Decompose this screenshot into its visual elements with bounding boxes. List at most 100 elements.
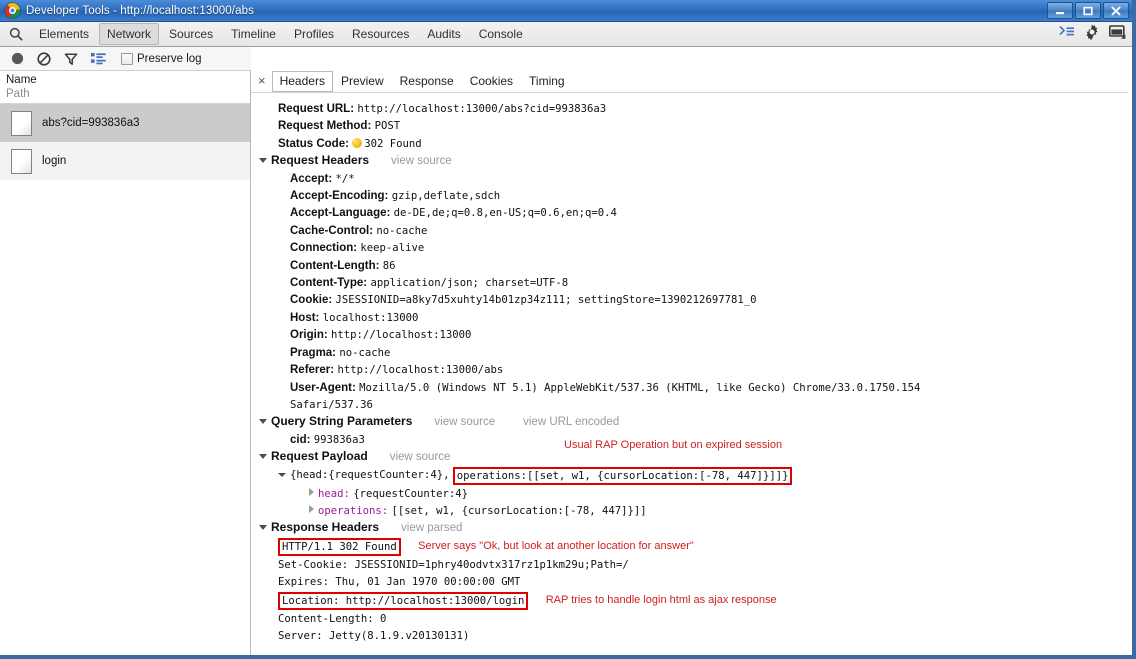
section-title: Request Payload: [271, 449, 368, 464]
headers-panel: Request URL: http://localhost:13000/abs?…: [251, 94, 1128, 655]
view-source-link[interactable]: view source: [434, 416, 495, 428]
payload-child-head[interactable]: head: {requestCounter:4}: [259, 485, 1128, 502]
list-view-icon[interactable]: [91, 52, 106, 65]
header-name: Pragma:: [290, 346, 337, 359]
detail-tab-preview[interactable]: Preview: [333, 71, 392, 92]
header-name: Cookie:: [290, 294, 333, 307]
chevron-down-icon[interactable]: [259, 454, 267, 460]
header-value: Mozilla/5.0 (Windows NT 5.1) AppleWebKit…: [359, 381, 921, 394]
payload-operations-highlight: operations:[[set, w1, {cursorLocation:[-…: [452, 466, 793, 485]
header-name: Connection:: [290, 242, 358, 255]
annotation-server-says: Server says "Ok, but look at another loc…: [418, 539, 694, 552]
detail-tab-response[interactable]: Response: [392, 71, 462, 92]
header-name: Content-Length:: [290, 259, 380, 272]
tab-network[interactable]: Network: [99, 23, 160, 45]
clear-prohibited-icon[interactable]: [37, 51, 51, 66]
tab-resources[interactable]: Resources: [344, 23, 417, 45]
detail-tab-headers[interactable]: Headers: [271, 71, 333, 92]
tab-console[interactable]: Console: [471, 23, 531, 45]
param-value: 993836a3: [313, 433, 365, 446]
chevron-down-icon[interactable]: [259, 419, 267, 425]
header-value: http://localhost:13000/abs?cid=993836a3: [357, 103, 607, 115]
header-row-user-agent-wrap: Safari/537.36: [259, 396, 1128, 413]
section-title: Query String Parameters: [271, 414, 413, 429]
payload-value: {requestCounter:4}: [353, 487, 469, 500]
detail-tab-timing[interactable]: Timing: [521, 71, 573, 92]
payload-key: head:: [318, 487, 350, 500]
section-request-headers[interactable]: Request Headers view source: [259, 152, 1128, 169]
dock-position-icon[interactable]: [1109, 24, 1126, 44]
document-icon: [11, 148, 32, 174]
search-icon[interactable]: [6, 24, 26, 44]
response-header-text: Expires: Thu, 01 Jan 1970 00:00:00 GMT: [278, 576, 521, 589]
close-button[interactable]: [1103, 2, 1129, 19]
tab-timeline[interactable]: Timeline: [223, 23, 284, 45]
view-source-link[interactable]: view source: [390, 451, 451, 463]
header-row-status-code: Status Code: 302 Found: [259, 135, 1128, 152]
requests-list-header[interactable]: Name Path: [0, 71, 250, 104]
chevron-right-icon[interactable]: [309, 487, 314, 496]
devtools-window: Developer Tools - http://localhost:13000…: [0, 0, 1136, 659]
network-toolbar: Preserve log: [0, 47, 251, 71]
preserve-log-toggle[interactable]: Preserve log: [121, 52, 202, 65]
header-row-content-type: Content-Type: application/json; charset=…: [259, 274, 1128, 291]
view-url-encoded-link[interactable]: view URL encoded: [523, 416, 619, 428]
response-header-row-expires: Expires: Thu, 01 Jan 1970 00:00:00 GMT: [259, 573, 1128, 590]
payload-root-prefix: {head:{requestCounter:4},: [290, 468, 450, 481]
column-header-path[interactable]: Path: [6, 87, 250, 101]
header-value: 302 Found: [364, 137, 422, 150]
devtools-tabbar-actions: [1059, 22, 1126, 46]
section-request-payload[interactable]: Request Payload view source Usual RAP Ope…: [259, 439, 1128, 465]
window-controls: [1047, 2, 1129, 19]
tab-audits[interactable]: Audits: [419, 23, 468, 45]
minimize-button[interactable]: [1047, 2, 1073, 19]
header-name: Referer:: [290, 364, 335, 377]
header-name: Status Code:: [278, 137, 349, 150]
section-query-string-parameters[interactable]: Query String Parameters view source view U…: [259, 413, 1128, 430]
view-source-link[interactable]: view source: [391, 155, 452, 167]
section-title: Response Headers: [271, 520, 380, 535]
record-circle-icon[interactable]: [11, 52, 24, 65]
header-value: */*: [335, 172, 355, 185]
header-value: http://localhost:13000/abs: [337, 364, 504, 377]
header-name: Accept:: [290, 172, 333, 185]
request-row-abs[interactable]: abs?cid=993836a3: [0, 104, 250, 142]
detail-tab-cookies[interactable]: Cookies: [462, 71, 521, 92]
header-name: Cache-Control:: [290, 224, 374, 237]
chevron-down-icon[interactable]: [259, 158, 267, 164]
header-row-accept-language: Accept-Language: de-DE,de;q=0.8,en-US;q=…: [259, 204, 1128, 221]
payload-root-row[interactable]: {head:{requestCounter:4}, operations:[[s…: [259, 466, 1128, 485]
section-response-headers[interactable]: Response Headers view parsed: [259, 519, 1128, 536]
view-parsed-link[interactable]: view parsed: [401, 522, 462, 534]
dock-console-icon[interactable]: [1059, 25, 1075, 43]
response-header-row-location: Location: http://localhost:13000/login R…: [259, 591, 1128, 610]
header-value: JSESSIONID=a8ky7d5xuhty14b01zp34z111; se…: [335, 294, 757, 307]
preserve-log-checkbox[interactable]: [121, 52, 133, 65]
filter-funnel-icon[interactable]: [64, 52, 78, 66]
header-name: Origin:: [290, 329, 328, 342]
chevron-down-icon[interactable]: [278, 472, 286, 477]
header-row-request-method: Request Method: POST: [259, 117, 1128, 134]
close-details-icon[interactable]: ×: [256, 74, 272, 89]
column-header-name[interactable]: Name: [6, 73, 250, 87]
header-name: Request Method:: [278, 120, 372, 133]
document-icon: [11, 110, 32, 136]
header-name: Request URL:: [278, 103, 355, 115]
request-details-pane: × Headers Preview Response Cookies Timin…: [251, 71, 1128, 655]
payload-key: operations:: [318, 504, 389, 517]
header-row-content-length: Content-Length: 86: [259, 257, 1128, 274]
payload-value: [[set, w1, {cursorLocation:[-78, 447]}]]: [391, 504, 647, 517]
chevron-down-icon[interactable]: [259, 525, 267, 531]
payload-child-operations[interactable]: operations: [[set, w1, {cursorLocation:[…: [259, 502, 1128, 519]
tab-profiles[interactable]: Profiles: [286, 23, 342, 45]
request-row-login[interactable]: login: [0, 142, 250, 180]
settings-gear-icon[interactable]: [1084, 23, 1100, 45]
param-name: cid:: [290, 433, 311, 446]
orange-status-dot-icon: [352, 137, 363, 148]
tab-sources[interactable]: Sources: [161, 23, 221, 45]
tab-elements[interactable]: Elements: [31, 23, 97, 45]
header-row-accept-encoding: Accept-Encoding: gzip,deflate,sdch: [259, 187, 1128, 204]
chevron-right-icon[interactable]: [309, 504, 314, 513]
maximize-button[interactable]: [1075, 2, 1101, 19]
header-name: Accept-Encoding:: [290, 190, 389, 203]
